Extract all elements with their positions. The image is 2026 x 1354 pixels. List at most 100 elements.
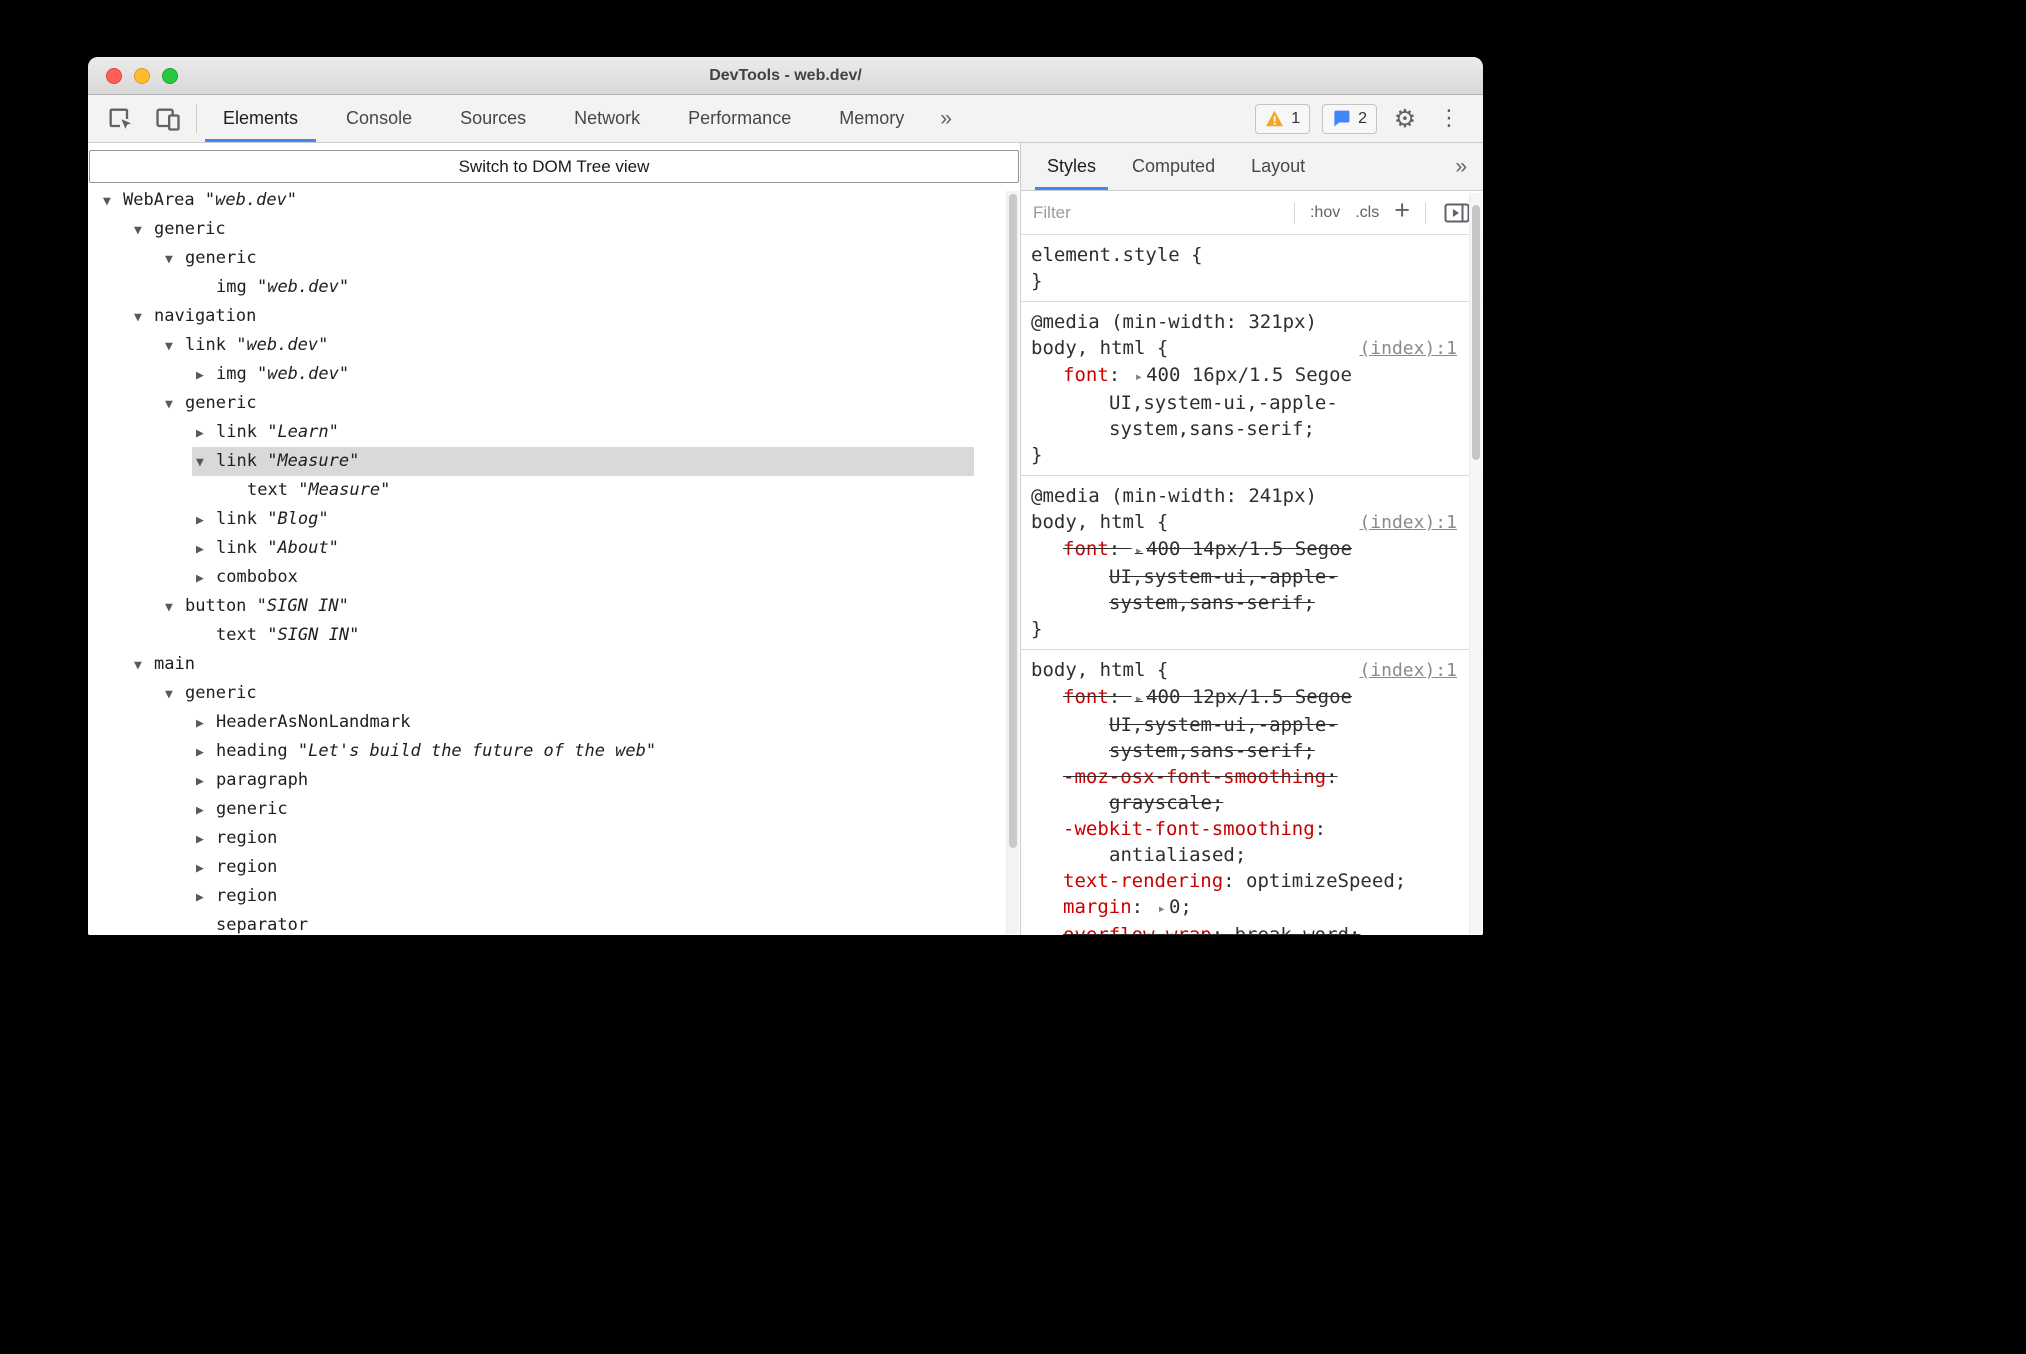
elements-scrollbar-thumb[interactable] — [1009, 194, 1017, 848]
disclosure-down-icon[interactable]: ▼ — [165, 332, 185, 361]
tab-memory[interactable]: Memory — [815, 95, 928, 142]
tab-sources[interactable]: Sources — [436, 95, 550, 142]
shorthand-expand-icon[interactable]: ▸ — [1135, 691, 1143, 707]
disclosure-right-icon[interactable]: ▶ — [196, 796, 216, 825]
tree-node-paragraph[interactable]: ▶ paragraph — [88, 766, 1020, 795]
toggle-element-state-button[interactable]: :hov — [1310, 204, 1340, 222]
tree-node-region[interactable]: ▶ region — [88, 853, 1020, 882]
sidebar-more-tabs-button[interactable]: » — [1439, 143, 1483, 190]
css-property[interactable]: -webkit-font-smoothing: antialiased; — [1031, 816, 1457, 868]
disclosure-right-icon[interactable]: ▶ — [196, 535, 216, 564]
tree-node-link[interactable]: ▼ link "web.dev" — [88, 331, 1020, 360]
disclosure-right-icon[interactable]: ▶ — [196, 361, 216, 390]
tab-performance[interactable]: Performance — [664, 95, 815, 142]
disclosure-right-icon[interactable]: ▶ — [196, 506, 216, 535]
tree-node-link[interactable]: ▼ link "Measure" — [88, 447, 1020, 476]
tree-node-img[interactable]: ▶ img "web.dev" — [88, 360, 1020, 389]
tree-node-generic[interactable]: ▼ generic — [88, 244, 1020, 273]
css-property[interactable]: text-rendering: optimizeSpeed; — [1031, 868, 1457, 894]
sidebar-tab-computed[interactable]: Computed — [1114, 143, 1233, 190]
styles-scrollbar-thumb[interactable] — [1472, 205, 1480, 460]
tree-node-main[interactable]: ▼ main — [88, 650, 1020, 679]
css-property[interactable]: margin: ▸ 0; — [1031, 894, 1457, 922]
tree-node-headerasnonlandmark[interactable]: ▶ HeaderAsNonLandmark — [88, 708, 1020, 737]
tree-node-link[interactable]: ▶ link "About" — [88, 534, 1020, 563]
kebab-menu-icon[interactable]: ⋮ — [1433, 103, 1465, 135]
tree-node-region[interactable]: ▶ region — [88, 824, 1020, 853]
stylesheet-source-link[interactable]: (index):1 — [1351, 658, 1457, 684]
shorthand-expand-icon[interactable]: ▸ — [1135, 369, 1143, 385]
disclosure-down-icon[interactable]: ▼ — [134, 651, 154, 680]
disclosure-right-icon[interactable]: ▶ — [196, 883, 216, 912]
shorthand-expand-icon[interactable]: ▸ — [1158, 901, 1166, 917]
disclosure-down-icon[interactable]: ▼ — [165, 245, 185, 274]
tree-node-webarea[interactable]: ▼ WebArea "web.dev" — [88, 186, 1020, 215]
tree-node-button[interactable]: ▼ button "SIGN IN" — [88, 592, 1020, 621]
disclosure-down-icon[interactable]: ▼ — [134, 216, 154, 245]
node-role: text — [247, 480, 288, 500]
styles-scrollbar[interactable] — [1469, 193, 1482, 934]
minimize-window-button[interactable] — [134, 67, 150, 84]
node-role: region — [216, 828, 278, 848]
tree-node-link[interactable]: ▶ link "Learn" — [88, 418, 1020, 447]
css-property[interactable]: font: ▸ 400 16px/1.5 Segoe UI,system-ui,-… — [1031, 362, 1457, 442]
device-toolbar-icon[interactable] — [152, 103, 184, 135]
disclosure-right-icon[interactable]: ▶ — [196, 709, 216, 738]
disclosure-right-icon[interactable]: ▶ — [196, 767, 216, 796]
node-name: web.dev — [215, 190, 287, 210]
tree-node-navigation[interactable]: ▼ navigation — [88, 302, 1020, 331]
zoom-window-button[interactable] — [162, 67, 178, 84]
css-property[interactable]: -moz-osx-font-smoothing: grayscale; — [1031, 764, 1457, 816]
css-property[interactable]: overflow-wrap: break-word; — [1031, 922, 1457, 935]
tab-network[interactable]: Network — [550, 95, 664, 142]
tree-node-heading[interactable]: ▶ heading "Let's build the future of the … — [88, 737, 1020, 766]
sidebar-tab-layout[interactable]: Layout — [1233, 143, 1323, 190]
sidebar-tab-styles[interactable]: Styles — [1029, 143, 1114, 190]
tab-elements[interactable]: Elements — [199, 95, 322, 142]
tree-node-generic[interactable]: ▼ generic — [88, 679, 1020, 708]
disclosure-down-icon[interactable]: ▼ — [103, 187, 123, 216]
tree-node-text[interactable]: text "Measure" — [88, 476, 1020, 505]
tree-node-generic[interactable]: ▶ generic — [88, 795, 1020, 824]
disclosure-down-icon[interactable]: ▼ — [165, 390, 185, 419]
dom-tree-view-toggle-button[interactable]: Switch to DOM Tree view — [89, 150, 1019, 183]
disclosure-down-icon[interactable]: ▼ — [134, 303, 154, 332]
disclosure-right-icon[interactable]: ▶ — [196, 825, 216, 854]
close-window-button[interactable] — [106, 67, 122, 84]
messages-badge[interactable]: 2 — [1322, 103, 1377, 134]
elements-scrollbar[interactable] — [1006, 191, 1019, 934]
stylesheet-source-link[interactable]: (index):1 — [1351, 336, 1457, 362]
tree-node-separator[interactable]: separator — [88, 911, 1020, 935]
tree-node-generic[interactable]: ▼ generic — [88, 389, 1020, 418]
rule-selector[interactable]: element.style { — [1031, 242, 1203, 268]
element-classes-button[interactable]: .cls — [1355, 204, 1379, 222]
more-panels-button[interactable]: » — [928, 95, 964, 142]
disclosure-down-icon[interactable]: ▼ — [165, 593, 185, 622]
rule-selector[interactable]: body, html { — [1031, 657, 1168, 683]
tree-node-text[interactable]: text "SIGN IN" — [88, 621, 1020, 650]
tree-node-generic[interactable]: ▼ generic — [88, 215, 1020, 244]
css-property[interactable]: font: ▸ 400 14px/1.5 Segoe UI,system-ui,-… — [1031, 536, 1457, 616]
tree-node-link[interactable]: ▶ link "Blog" — [88, 505, 1020, 534]
tree-node-combobox[interactable]: ▶ combobox — [88, 563, 1020, 592]
stylesheet-source-link[interactable]: (index):1 — [1351, 510, 1457, 536]
disclosure-right-icon[interactable]: ▶ — [196, 419, 216, 448]
disclosure-right-icon[interactable]: ▶ — [196, 854, 216, 883]
tree-node-img[interactable]: img "web.dev" — [88, 273, 1020, 302]
new-style-rule-button[interactable]: + — [1394, 197, 1410, 224]
styles-filter-input[interactable] — [1033, 202, 1279, 223]
titlebar[interactable]: DevTools - web.dev/ — [88, 57, 1483, 95]
warnings-badge[interactable]: 1 — [1255, 103, 1311, 134]
css-property[interactable]: font: ▸ 400 12px/1.5 Segoe UI,system-ui,-… — [1031, 684, 1457, 764]
rule-selector[interactable]: body, html { — [1031, 335, 1168, 361]
disclosure-right-icon[interactable]: ▶ — [196, 564, 216, 593]
tree-node-region[interactable]: ▶ region — [88, 882, 1020, 911]
settings-gear-icon[interactable]: ⚙ — [1389, 103, 1421, 135]
inspect-element-icon[interactable] — [104, 103, 136, 135]
tab-console[interactable]: Console — [322, 95, 436, 142]
disclosure-down-icon[interactable]: ▼ — [196, 448, 216, 477]
disclosure-down-icon[interactable]: ▼ — [165, 680, 185, 709]
shorthand-expand-icon[interactable]: ▸ — [1135, 543, 1143, 559]
rule-selector[interactable]: body, html { — [1031, 509, 1168, 535]
disclosure-right-icon[interactable]: ▶ — [196, 738, 216, 767]
